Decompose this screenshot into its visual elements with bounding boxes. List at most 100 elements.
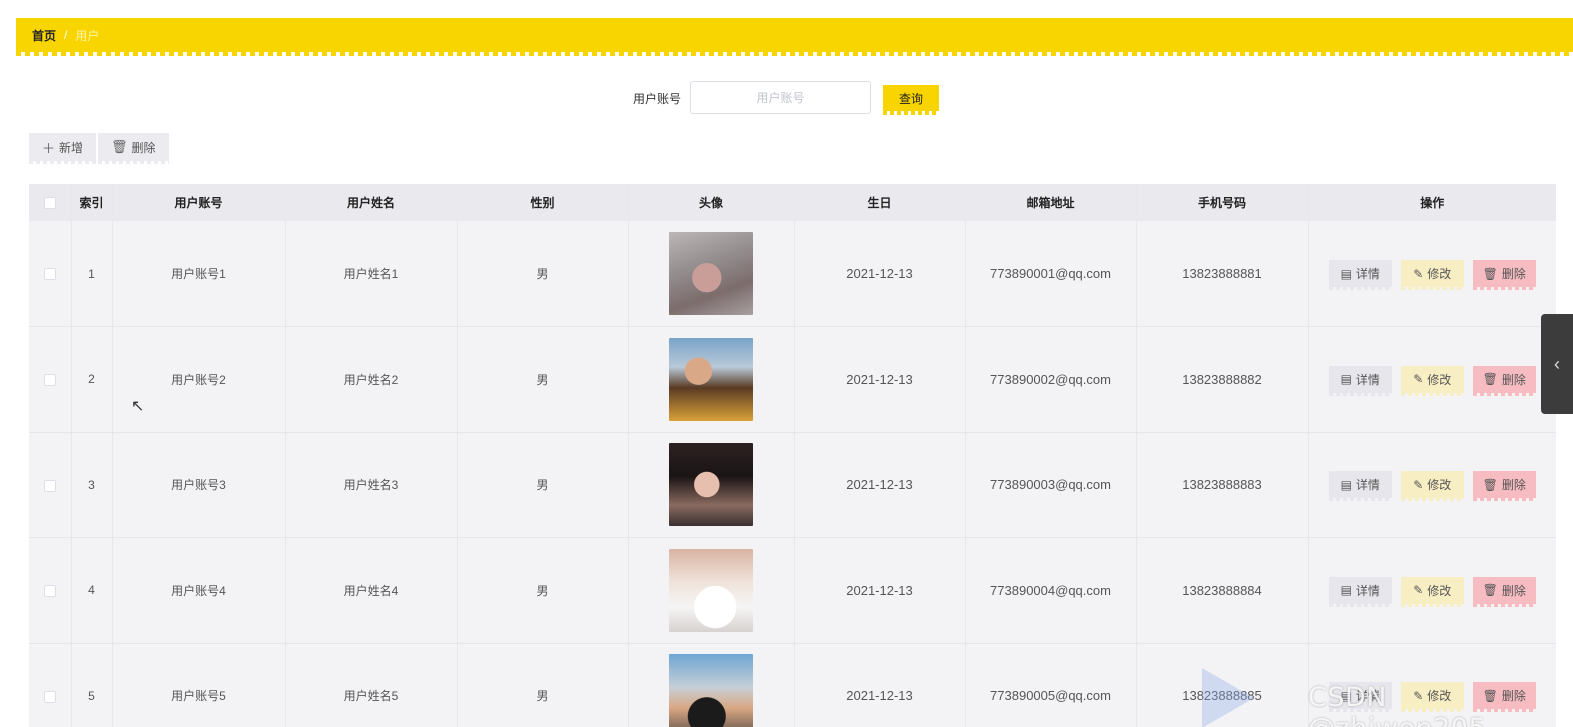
delete-button-label: 删除 bbox=[1501, 267, 1526, 281]
delete-button[interactable]: 🗑 删除 bbox=[1472, 260, 1536, 290]
delete-button-label: 删除 bbox=[1501, 583, 1526, 598]
column-header: 索引 bbox=[71, 184, 113, 221]
birthday-cell: 2021-12-13 bbox=[794, 537, 966, 644]
gender-cell: 男 bbox=[457, 221, 629, 327]
play-logo-icon bbox=[1202, 668, 1254, 727]
delete-button-label: 删除 bbox=[1501, 478, 1526, 493]
delete-button[interactable]: 🗑 删除 bbox=[1472, 471, 1536, 502]
actions-cell: ▤ 详情 ✎ 修改 🗑 删除 bbox=[1308, 537, 1556, 644]
edit-button[interactable]: ✎ 修改 bbox=[1400, 576, 1464, 607]
birthday-cell: 2021-12-13 bbox=[794, 643, 966, 727]
breadcrumb: 首页 / 用户 bbox=[16, 18, 1573, 56]
search-input[interactable] bbox=[690, 81, 871, 114]
batch-delete-button-label: 删除 bbox=[131, 140, 156, 155]
trash-icon: 🗑 bbox=[1482, 477, 1498, 492]
phone-cell: 13823888881 bbox=[1136, 221, 1309, 327]
name-cell: 用户姓名1 bbox=[285, 221, 458, 327]
actions-cell: ▤ 详情 ✎ 修改 🗑 删除 bbox=[1308, 326, 1556, 433]
delete-button-label: 删除 bbox=[1501, 372, 1526, 387]
column-header: 生日 bbox=[794, 184, 966, 221]
edit-button-label: 修改 bbox=[1427, 267, 1452, 281]
phone-cell: 13823888882 bbox=[1136, 326, 1309, 433]
name-cell: 用户姓名5 bbox=[285, 643, 458, 727]
name-cell: 用户姓名4 bbox=[285, 537, 458, 644]
trash-icon: 🗑 bbox=[111, 139, 128, 154]
column-header: 用户账号 bbox=[112, 184, 286, 221]
avatar[interactable] bbox=[669, 337, 753, 421]
table-row: 4 用户账号4 用户姓名4 男 2021-12-13 773890004@qq.… bbox=[29, 537, 1556, 644]
pencil-icon: ✎ bbox=[1413, 583, 1424, 598]
detail-button[interactable]: ▤ 详情 bbox=[1328, 576, 1392, 607]
toolbar: ＋ 新增 🗑 删除 bbox=[29, 133, 169, 164]
delete-button[interactable]: 🗑 删除 bbox=[1472, 576, 1536, 607]
avatar[interactable] bbox=[669, 443, 753, 527]
pencil-icon: ✎ bbox=[1413, 372, 1424, 387]
actions-cell: ▤ 详情 ✎ 修改 🗑 删除 bbox=[1308, 221, 1556, 327]
user-table: 索引 用户账号 用户姓名 性别 头像 生日 邮箱地址 手机号码 操作 1 用户账… bbox=[29, 184, 1556, 727]
row-checkbox[interactable] bbox=[43, 268, 56, 281]
breadcrumb-current: 用户 bbox=[75, 28, 100, 43]
name-cell: 用户姓名3 bbox=[285, 432, 458, 538]
column-header: 邮箱地址 bbox=[965, 184, 1137, 221]
select-all-checkbox[interactable] bbox=[43, 197, 56, 210]
account-cell: 用户账号1 bbox=[112, 221, 286, 327]
column-header: 操作 bbox=[1308, 184, 1556, 221]
email-cell: 773890005@qq.com bbox=[965, 643, 1137, 727]
avatar-cell bbox=[628, 326, 795, 433]
document-icon: ▤ bbox=[1340, 266, 1352, 281]
batch-delete-button[interactable]: 🗑 删除 bbox=[98, 133, 169, 164]
index-cell: 1 bbox=[71, 221, 113, 327]
name-cell: 用户姓名2 bbox=[285, 326, 458, 433]
search-button[interactable]: 查询 bbox=[883, 85, 939, 115]
delete-button[interactable]: 🗑 删除 bbox=[1472, 365, 1536, 396]
add-button-label: 新增 bbox=[59, 140, 84, 155]
table-row: 3 用户账号3 用户姓名3 男 2021-12-13 773890003@qq.… bbox=[29, 432, 1556, 538]
row-checkbox[interactable] bbox=[43, 585, 56, 598]
table-header-row: 索引 用户账号 用户姓名 性别 头像 生日 邮箱地址 手机号码 操作 bbox=[29, 184, 1556, 221]
avatar-cell bbox=[628, 643, 795, 727]
actions-cell: ▤ 详情 ✎ 修改 🗑 删除 bbox=[1308, 432, 1556, 538]
row-checkbox[interactable] bbox=[43, 690, 56, 703]
trash-icon: 🗑 bbox=[1482, 583, 1498, 598]
row-checkbox[interactable] bbox=[43, 374, 56, 387]
side-panel-toggle[interactable]: ‹ bbox=[1541, 314, 1573, 414]
gender-cell: 男 bbox=[457, 643, 629, 727]
document-icon: ▤ bbox=[1340, 477, 1352, 492]
account-cell: 用户账号5 bbox=[112, 643, 286, 727]
select-all-cell bbox=[29, 184, 72, 221]
email-cell: 773890003@qq.com bbox=[965, 432, 1137, 538]
edit-button[interactable]: ✎ 修改 bbox=[1400, 365, 1464, 396]
detail-button-label: 详情 bbox=[1355, 583, 1380, 598]
table-row: 2 用户账号2 用户姓名2 男 2021-12-13 773890002@qq.… bbox=[29, 326, 1556, 433]
avatar[interactable] bbox=[669, 548, 753, 632]
avatar-cell bbox=[628, 432, 795, 538]
edit-button[interactable]: ✎ 修改 bbox=[1400, 260, 1464, 290]
email-cell: 773890001@qq.com bbox=[965, 221, 1137, 327]
chevron-left-icon: ‹ bbox=[1554, 353, 1560, 374]
birthday-cell: 2021-12-13 bbox=[794, 326, 966, 433]
edit-button-label: 修改 bbox=[1427, 372, 1452, 387]
avatar[interactable] bbox=[669, 654, 753, 727]
gender-cell: 男 bbox=[457, 326, 629, 433]
row-checkbox[interactable] bbox=[43, 479, 56, 492]
account-cell: 用户账号4 bbox=[112, 537, 286, 644]
avatar-cell bbox=[628, 537, 795, 644]
detail-button[interactable]: ▤ 详情 bbox=[1328, 260, 1392, 290]
trash-icon: 🗑 bbox=[1482, 266, 1498, 281]
email-cell: 773890002@qq.com bbox=[965, 326, 1137, 433]
detail-button[interactable]: ▤ 详情 bbox=[1328, 365, 1392, 396]
pencil-icon: ✎ bbox=[1413, 266, 1424, 281]
edit-button[interactable]: ✎ 修改 bbox=[1400, 471, 1464, 502]
column-header: 手机号码 bbox=[1136, 184, 1309, 221]
avatar[interactable] bbox=[669, 232, 753, 315]
breadcrumb-home[interactable]: 首页 bbox=[32, 27, 56, 44]
detail-button[interactable]: ▤ 详情 bbox=[1328, 471, 1392, 502]
table-row: 1 用户账号1 用户姓名1 男 2021-12-13 773890001@qq.… bbox=[29, 221, 1556, 327]
index-cell: 3 bbox=[71, 432, 113, 538]
document-icon: ▤ bbox=[1340, 583, 1352, 598]
email-cell: 773890004@qq.com bbox=[965, 537, 1137, 644]
add-button[interactable]: ＋ 新增 bbox=[29, 133, 97, 164]
search-form: 用户账号 查询 bbox=[0, 81, 1573, 115]
index-cell: 5 bbox=[71, 643, 113, 727]
gender-cell: 男 bbox=[457, 537, 629, 644]
